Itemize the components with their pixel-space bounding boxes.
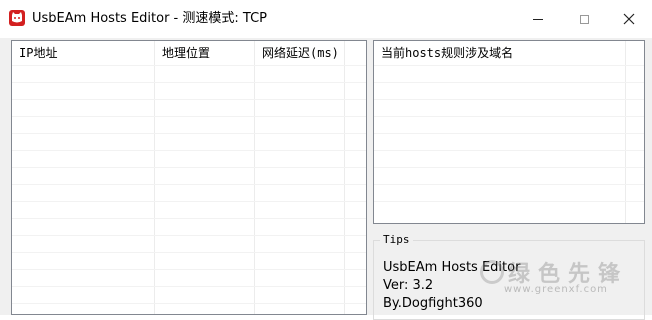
row-divider <box>12 252 366 253</box>
minimize-icon <box>533 18 543 20</box>
window-title: UsbEAm Hosts Editor - 测速模式: TCP <box>32 11 267 26</box>
maximize-icon <box>579 14 589 24</box>
row-divider <box>12 286 366 287</box>
row-divider <box>12 167 366 168</box>
row-divider <box>374 133 644 134</box>
close-button[interactable] <box>606 0 652 38</box>
row-divider <box>12 116 366 117</box>
title-bar: UsbEAm Hosts Editor - 测速模式: TCP <box>0 0 652 38</box>
column-header-domains[interactable]: 当前hosts规则涉及域名 <box>374 41 626 65</box>
row-divider <box>374 65 644 66</box>
row-divider <box>12 201 366 202</box>
close-icon <box>623 13 635 25</box>
red-cat-icon <box>9 10 25 26</box>
row-divider <box>12 150 366 151</box>
column-header-latency[interactable]: 网络延迟(ms) <box>255 41 347 65</box>
row-divider <box>12 269 366 270</box>
tip-version: Ver: 3.2 <box>383 278 434 293</box>
row-divider <box>12 133 366 134</box>
row-divider <box>374 184 644 185</box>
tip-app-name: UsbEAm Hosts Editor <box>383 260 521 275</box>
row-divider <box>374 116 644 117</box>
row-divider <box>374 201 644 202</box>
tips-title: Tips <box>380 233 413 247</box>
row-divider <box>12 218 366 219</box>
row-divider <box>374 167 644 168</box>
row-divider <box>12 184 366 185</box>
row-divider <box>374 82 644 83</box>
column-header-ip[interactable]: IP地址 <box>12 41 155 65</box>
domain-list[interactable]: 当前hosts规则涉及域名 <box>373 40 645 224</box>
row-divider <box>374 99 644 100</box>
ip-list[interactable]: IP地址 地理位置 网络延迟(ms) <box>11 40 367 315</box>
column-header-location[interactable]: 地理位置 <box>155 41 255 65</box>
maximize-button[interactable] <box>561 0 607 38</box>
column-divider <box>625 41 626 223</box>
row-divider <box>12 99 366 100</box>
row-divider <box>12 303 366 304</box>
minimize-button[interactable] <box>515 0 561 38</box>
row-divider <box>12 82 366 83</box>
row-divider <box>12 65 366 66</box>
row-divider <box>12 235 366 236</box>
tip-author: By.Dogfight360 <box>383 296 483 311</box>
row-divider <box>374 150 644 151</box>
